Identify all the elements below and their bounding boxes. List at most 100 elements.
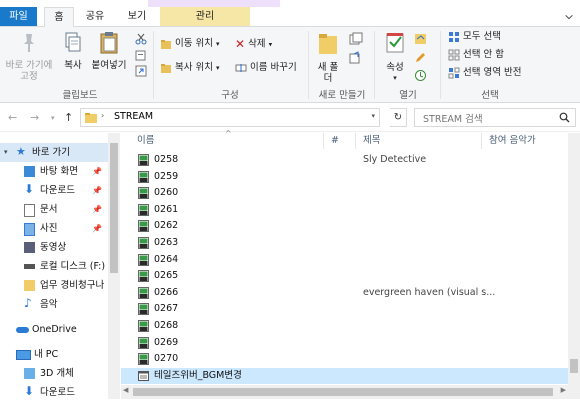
table-row[interactable]: 0259 (121, 169, 568, 186)
file-name[interactable]: 0265 (154, 268, 178, 285)
table-row[interactable]: 0260 (121, 185, 568, 202)
column-header-title[interactable]: 제목 (363, 133, 380, 149)
easy-access-icon[interactable] (349, 51, 363, 65)
table-row[interactable]: 0266 evergreen haven (visual s... (121, 285, 568, 302)
file-name[interactable]: 테일즈위버_BGM변경 (154, 368, 242, 385)
back-arrow-icon[interactable]: ← (8, 111, 17, 124)
file-name[interactable]: 0269 (154, 335, 178, 352)
select-all-label: 모두 선택 (463, 31, 501, 42)
pin-quick-access-button[interactable]: 바로 가기에 고정 (2, 31, 56, 82)
scrollbar-thumb[interactable] (110, 143, 118, 273)
file-name[interactable]: 0270 (154, 351, 178, 368)
forward-arrow-icon[interactable]: → (30, 111, 39, 124)
select-all-button[interactable]: 모두 선택 (448, 30, 501, 44)
refresh-button[interactable]: ↻ (390, 108, 407, 127)
column-header-artist[interactable]: 참여 음악가 (489, 133, 536, 149)
file-name[interactable]: 0266 (154, 285, 178, 302)
table-row[interactable]: 0258 Sly Detective (121, 152, 568, 169)
scroll-right-icon[interactable]: ▶ (561, 386, 566, 394)
copy-icon (65, 32, 81, 52)
table-row[interactable]: 0263 (121, 235, 568, 252)
chevron-down-icon[interactable] (564, 12, 574, 22)
search-box[interactable]: STREAM 검색 (414, 108, 576, 127)
file-name[interactable]: 0258 (154, 152, 178, 169)
table-row[interactable]: 0268 (121, 318, 568, 335)
file-name[interactable]: 0259 (154, 169, 178, 186)
paste-shortcut-icon[interactable] (135, 65, 147, 77)
table-row[interactable]: 0265 (121, 268, 568, 285)
nav-item-documents[interactable]: 문서 📌 (0, 200, 108, 219)
copy-button[interactable]: 복사 (60, 31, 86, 71)
table-row[interactable]: 0269 (121, 335, 568, 352)
table-row[interactable]: 0270 (121, 351, 568, 368)
nav-item-this-pc[interactable]: 내 PC (0, 345, 108, 364)
nav-pane-scrollbar[interactable] (108, 133, 120, 399)
file-name[interactable]: 0264 (154, 252, 178, 269)
properties-button[interactable]: 속성 ▾ (380, 31, 410, 84)
table-row[interactable]: 테일즈위버_BGM변경 (121, 367, 568, 385)
tab-view[interactable]: 보기 (122, 7, 152, 26)
tab-file[interactable]: 파일 (0, 7, 37, 26)
file-name[interactable]: 0262 (154, 218, 178, 235)
clipboard-group-label: 클립보드 (62, 90, 98, 101)
rename-button[interactable]: 이름 바꾸기 (235, 61, 297, 75)
file-name[interactable]: 0260 (154, 185, 178, 202)
address-path[interactable]: STREAM (114, 111, 153, 122)
column-header-number[interactable]: # (331, 133, 339, 149)
address-dropdown-icon[interactable]: ▾ (371, 112, 375, 120)
pin-icon[interactable]: 📌 (92, 181, 102, 200)
nav-item-desktop[interactable]: 바탕 화면 📌 (0, 162, 108, 181)
copy-path-icon[interactable] (135, 49, 147, 61)
column-divider[interactable] (323, 133, 324, 149)
file-name[interactable]: 0261 (154, 202, 178, 219)
scrollbar-thumb[interactable] (133, 388, 553, 396)
tab-share[interactable]: 공유 (80, 7, 110, 26)
file-name[interactable]: 0263 (154, 235, 178, 252)
open-icon[interactable] (414, 32, 427, 45)
file-list-scrollbar[interactable] (568, 133, 580, 399)
invert-selection-button[interactable]: 선택 영역 반전 (448, 66, 521, 80)
search-icon[interactable] (559, 112, 570, 123)
column-divider[interactable] (355, 133, 356, 149)
recent-locations-chevron-icon[interactable]: ▾ (51, 114, 55, 122)
horizontal-scrollbar[interactable]: ◀ ▶ (121, 385, 568, 399)
nav-item-expense-folder[interactable]: 업무 경비청구나 (0, 276, 108, 295)
table-row[interactable]: 0264 (121, 252, 568, 269)
nav-item-pictures[interactable]: 사진 📌 (0, 219, 108, 238)
select-none-button[interactable]: 선택 안 함 (448, 48, 504, 62)
address-bar[interactable]: › STREAM ▾ (80, 108, 380, 127)
pin-icon[interactable]: 📌 (92, 162, 102, 181)
column-divider[interactable] (481, 133, 482, 149)
delete-button[interactable]: ✕ 삭제 ▾ (235, 37, 272, 51)
copy-to-button[interactable]: 복사 위치 ▾ (160, 61, 220, 75)
edit-icon[interactable] (414, 51, 427, 64)
pin-icon[interactable]: 📌 (92, 219, 102, 238)
expand-chevron-icon[interactable]: ▾ (4, 143, 8, 162)
file-name[interactable]: 0267 (154, 301, 178, 318)
up-arrow-icon[interactable]: ↑ (64, 111, 73, 124)
new-folder-button[interactable]: 새 폴더 (314, 31, 342, 84)
table-row[interactable]: 0261 (121, 202, 568, 219)
nav-item-local-disk-f[interactable]: 로컬 디스크 (F:) (0, 257, 108, 276)
scrollbar-thumb[interactable] (570, 359, 578, 373)
nav-item-3d-objects[interactable]: 3D 개체 (0, 364, 108, 383)
move-to-button[interactable]: 이동 위치 ▾ (160, 37, 220, 51)
file-name[interactable]: 0268 (154, 318, 178, 335)
table-row[interactable]: 0267 (121, 301, 568, 318)
new-item-icon[interactable] (349, 32, 363, 46)
nav-item-videos[interactable]: 동영상 (0, 238, 108, 257)
nav-item-onedrive[interactable]: OneDrive (0, 320, 108, 339)
table-row[interactable]: 0262 (121, 218, 568, 235)
nav-item-downloads[interactable]: ⬇ 다운로드 📌 (0, 181, 108, 200)
nav-item-quick-access[interactable]: ▾ ★ 바로 가기 (0, 143, 108, 162)
tab-manage[interactable]: 관리 (160, 7, 250, 26)
pin-icon[interactable]: 📌 (92, 200, 102, 219)
paste-button[interactable]: 붙여넣기 (90, 31, 128, 71)
cut-icon[interactable] (135, 33, 147, 45)
history-icon[interactable] (414, 69, 427, 82)
nav-item-music[interactable]: ♪ 음악 (0, 295, 108, 314)
search-placeholder[interactable]: STREAM 검색 (423, 111, 483, 125)
scroll-left-icon[interactable]: ◀ (123, 386, 128, 394)
tab-home[interactable]: 홈 (44, 7, 74, 28)
column-header-name[interactable]: 이름 (137, 133, 154, 149)
